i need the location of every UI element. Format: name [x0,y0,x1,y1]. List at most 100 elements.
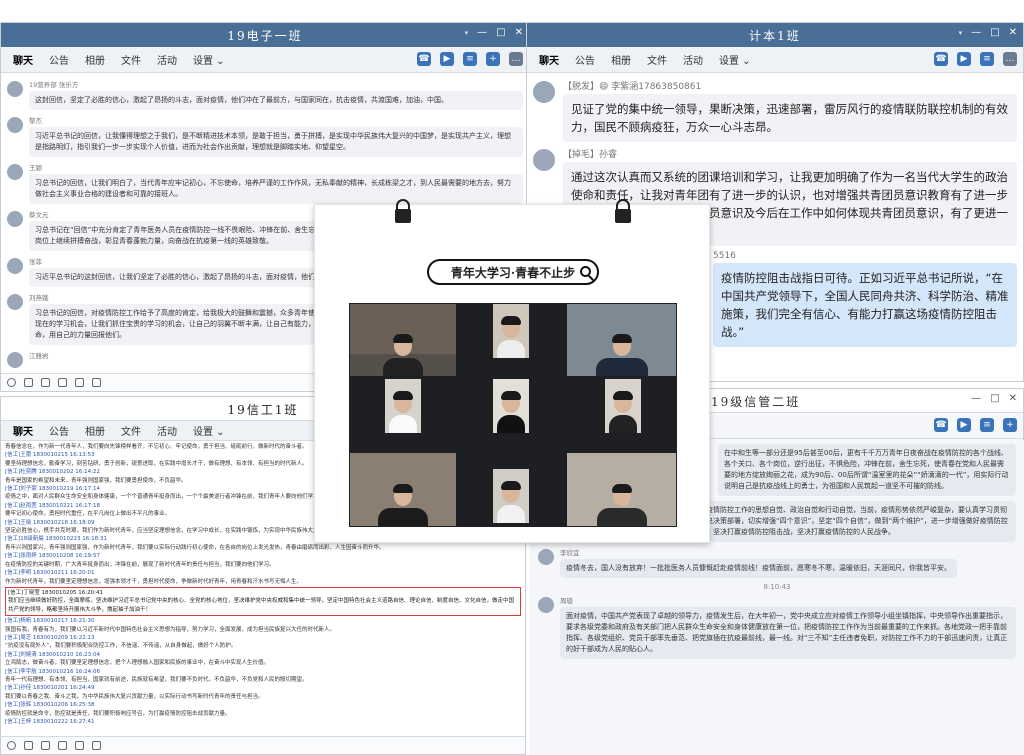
study-poster: 青年大学习·青春不止步 [314,199,710,543]
more-icon[interactable]: … [1003,52,1017,66]
log-text: 我们应当继续做好防控，全面摩练，坚决维护习近平总书记党中央的核心、全党的核心地位… [8,598,515,613]
folder-icon[interactable] [58,741,67,750]
tab-settings[interactable]: 设置 ⌄ [193,52,225,67]
video-tile [493,469,529,523]
video-tile [350,304,456,376]
bell-icon[interactable] [92,741,101,750]
scissors-icon[interactable] [41,378,50,387]
tab-activity[interactable]: 活动 [157,423,177,438]
tab-bar: 聊天 公告 相册 文件 活动 设置 ⌄ ☎ ▶ ≡ + … [1,47,529,73]
tab-chat[interactable]: 聊天 [539,52,559,67]
log-meta: [信工]王梓 1830010222 16:27:41 [5,719,95,725]
list-item: 周璇 面对疫情，中国共产党表现了卓越的领导力，疫情发生后，在大年初一，党中央成立… [538,595,1016,659]
avatar [533,149,555,171]
video-tile [567,453,676,526]
log-text: “抗疫没有局外人”，我们要积极配合防控工作，不信谣、不传谣，从自身做起，做好个人… [5,643,237,650]
window-controls: — □ ✕ [971,393,1017,404]
doc-icon[interactable]: ≡ [980,52,994,66]
video-icon[interactable]: ▶ [440,52,454,66]
log-meta: [信工]周芝 1830010209 16:22:13 [5,634,95,641]
list-item: 黎杰 习近平总书记的回信，让我懂得理想之于我们，是不断精进技术本领，是敢于担当，… [7,115,523,157]
minimize-icon[interactable]: — [477,27,487,38]
title-bar: 计本1班 ▾ — □ ✕ [527,23,1023,47]
avatar [7,117,23,133]
sender-name: 【掉毛】孙睿 [563,150,618,160]
tab-files[interactable]: 文件 [647,52,667,67]
tab-settings[interactable]: 设置 ⌄ [719,52,751,67]
minimize-icon[interactable]: — [971,393,981,404]
message-bubble: 这封回信，坚定了必胜的信心，激起了昂扬的斗志，面对疫情，他们冲在了最前方，与国家… [29,91,523,110]
tab-settings[interactable]: 设置 ⌄ [193,423,225,438]
log-section-2: [信工]杨帆 1830010217 16:21:30 强国有我，青春有为，我们要以… [5,617,521,726]
tab-files[interactable]: 文件 [121,52,141,67]
gif-icon[interactable] [24,741,33,750]
scissors-icon[interactable] [41,741,50,750]
log-meta: [信工]李明 1830010211 16:20:01 [5,570,95,577]
emoji-icon[interactable] [7,741,16,750]
sender-name: 19营养部 张乐方 [29,81,79,89]
tab-notice[interactable]: 公告 [575,52,595,67]
tab-album[interactable]: 相册 [85,52,105,67]
log-meta: [信工]杨帆 1830010217 16:21:30 [5,618,95,625]
phone-icon[interactable]: ☎ [934,52,948,66]
user-menu[interactable]: ▾ [465,29,469,38]
emoji-icon[interactable] [7,378,16,387]
minimize-icon[interactable]: — [971,27,981,38]
log-text: 我们要以青春之我、奋斗之我，为中华民族伟大复兴贡献力量，以实际行动书写新时代青年… [5,693,264,700]
add-icon[interactable]: + [1003,418,1017,432]
log-meta: [信工]刘婉清 1830010210 16:23:04 [5,651,100,658]
tab-chat[interactable]: 聊天 [13,52,33,67]
add-icon[interactable]: + [486,52,500,66]
title-bar: 19级信管二班 — □ ✕ [707,389,1023,413]
avatar [533,81,555,103]
tab-album[interactable]: 相册 [611,52,631,67]
log-text: 作为新时代青年，我们要坚定理想信念，增强本领才干，勇担时代使命，争做新时代好青年… [5,578,303,585]
tab-album[interactable]: 相册 [85,423,105,438]
message-bubble: 习近平总书记的回信，让我懂得理想之于我们，是不断精进技术本领，是敢于担当，勇于拼… [29,127,523,157]
phone-icon[interactable]: ☎ [934,418,948,432]
maximize-icon[interactable]: □ [990,393,999,404]
log-meta: [信工]孙佳 1830010201 16:24:49 [5,685,95,692]
tab-activity[interactable]: 活动 [157,52,177,67]
video-call-grid [349,303,677,527]
image-icon[interactable] [75,741,84,750]
bell-icon[interactable] [92,378,101,387]
tab-bar: ☎ ▶ ≡ + [707,413,1023,439]
avatar [538,597,554,613]
avatar [538,549,554,565]
doc-icon[interactable]: ≡ [463,52,477,66]
log-text: 立鸿鹄志，做奋斗者，我们要坚定理想信念，把个人理想融入国家和民族的事业中，在奋斗… [5,660,270,667]
phone-icon[interactable]: ☎ [417,52,431,66]
close-icon[interactable]: ✕ [1009,393,1017,404]
folder-icon[interactable] [58,378,67,387]
message-bubble: 在中和生等一部分还是95后甚至00后，更有千千万万青年日夜奋战在疫情防控的各个战… [718,444,1016,496]
tab-notice[interactable]: 公告 [49,52,69,67]
maximize-icon[interactable]: □ [496,27,505,38]
gif-icon[interactable] [24,378,33,387]
binder-clip-icon [395,199,411,227]
tab-chat[interactable]: 聊天 [13,423,33,438]
user-menu[interactable]: ▾ [959,29,963,38]
video-icon[interactable]: ▶ [957,52,971,66]
tab-notice[interactable]: 公告 [49,423,69,438]
video-icon[interactable]: ▶ [957,418,971,432]
video-tile [350,453,456,526]
close-icon[interactable]: ✕ [1009,27,1017,38]
sender-name: 【脱发】😄 李紫涵17863850861 [563,82,702,92]
message-bubble: 面对疫情，中国共产党表现了卓越的领导力，疫情发生后，在大年初一，党中央成立应对疫… [560,607,1016,659]
title-bar: 19电子一班 ▾ — □ ✕ [1,23,529,47]
doc-icon[interactable]: ≡ [980,418,994,432]
window-controls: ▾ — □ ✕ [465,27,523,38]
magnifier-icon [580,266,591,277]
list-item: 【脱发】😄 李紫涵17863850861 见证了党的集中统一领导，果断决策，迅速… [533,79,1017,142]
more-icon[interactable]: … [509,52,523,66]
avatar [7,258,23,274]
close-icon[interactable]: ✕ [515,27,523,38]
maximize-icon[interactable]: □ [990,27,999,38]
log-text: 青年一代有理想、有本领、有担当，国家就有前途，民族就有希望，我们要不负时代，不负… [5,676,308,683]
image-icon[interactable] [75,378,84,387]
tab-activity[interactable]: 活动 [683,52,703,67]
list-item: 王颖 习总书记的回信，让我们明白了，当代青年应牢记初心，不忘使命，培养严谨的工作… [7,162,523,204]
tab-files[interactable]: 文件 [121,423,141,438]
tab-bar: 聊天 公告 相册 文件 活动 设置 ⌄ ☎ ▶ ≡ … [527,47,1023,73]
